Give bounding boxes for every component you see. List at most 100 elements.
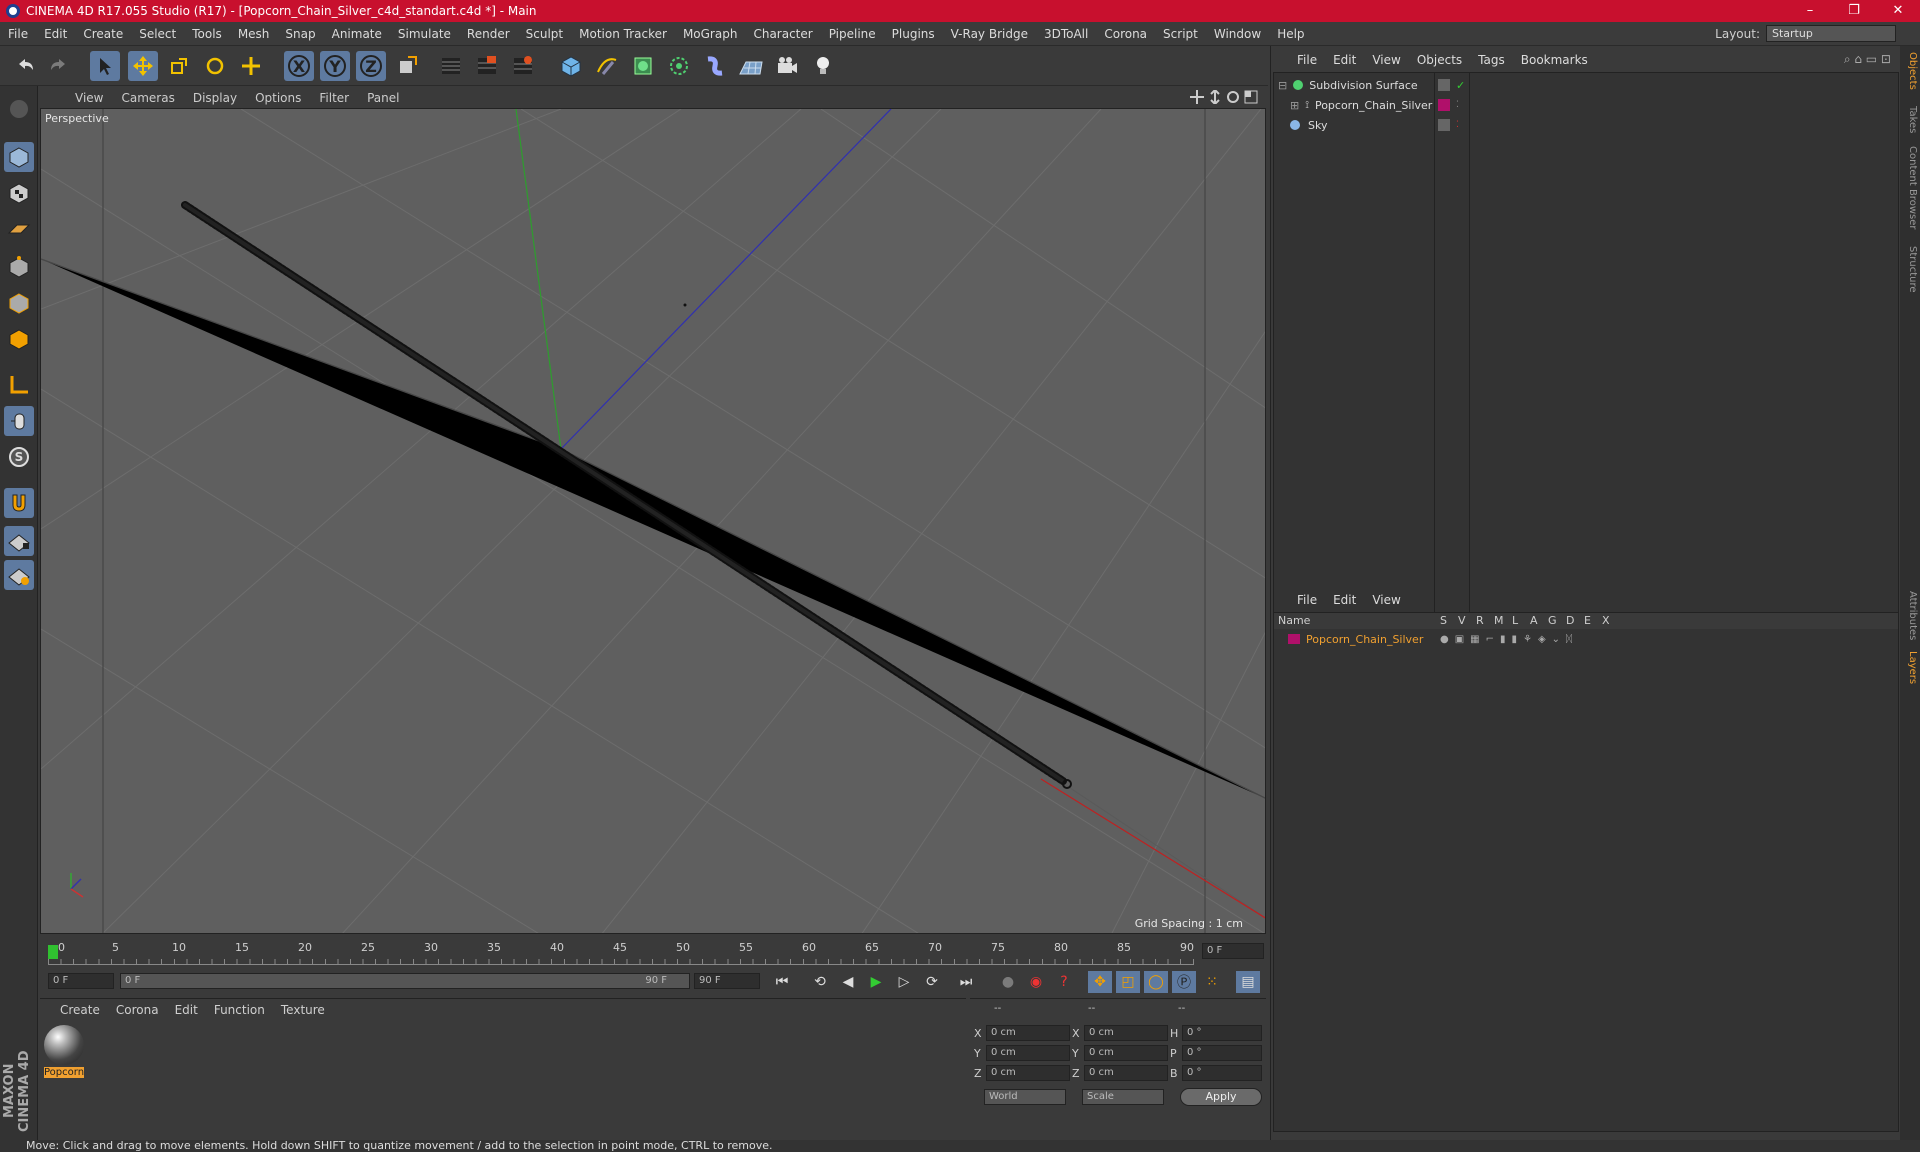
menu-simulate[interactable]: Simulate [390,22,459,46]
viewport-solo-icon[interactable] [4,560,34,590]
floor-scene-icon[interactable] [736,51,766,81]
undo-button[interactable] [10,51,40,81]
objects-menu-edit[interactable]: Edit [1325,53,1364,67]
key-position-icon[interactable]: ✥ [1088,971,1112,993]
material-menu-create[interactable]: Create [60,1003,100,1017]
keyframe-selection-icon[interactable]: ? [1052,971,1076,993]
menu-mesh[interactable]: Mesh [230,22,278,46]
maximize-button[interactable]: ❐ [1832,0,1876,22]
material-menu-texture[interactable]: Texture [281,1003,325,1017]
render-view-icon[interactable] [436,51,466,81]
layers-menu-view[interactable]: View [1364,593,1408,607]
minimize-button[interactable]: – [1788,0,1832,22]
subdivision-surface-icon[interactable] [628,51,658,81]
end-frame-field[interactable]: 90 F [694,973,760,989]
position-z-field[interactable]: 0 cm [986,1065,1070,1081]
select-tool-icon[interactable] [90,51,120,81]
rotation-p-field[interactable]: 0 ° [1182,1045,1262,1061]
transform-tool-icon[interactable] [236,51,266,81]
viewport-menu-panel[interactable]: Panel [358,91,408,105]
expand-icon[interactable]: ⊞ [1290,99,1299,112]
menu-file[interactable]: File [0,22,36,46]
rotation-h-field[interactable]: 0 ° [1182,1025,1262,1041]
side-tab-objects[interactable]: Objects [1902,52,1918,90]
snap-magnet-icon[interactable] [4,488,34,518]
next-key-icon[interactable]: ⟳ [920,971,944,993]
objects-menu-file[interactable]: File [1289,53,1325,67]
menu-animate[interactable]: Animate [324,22,390,46]
menu-character[interactable]: Character [745,22,820,46]
size-y-field[interactable]: 0 cm [1084,1045,1168,1061]
visibility-dots-icon[interactable]: ⁚ [1456,100,1459,110]
model-mode-icon[interactable] [4,142,34,172]
zoom-view-icon[interactable] [1208,90,1222,104]
timeline-window-icon[interactable]: ▤ [1236,971,1260,993]
autokey-icon[interactable]: ◉ [1024,971,1048,993]
play-forward-icon[interactable]: ▶ [864,971,888,993]
menu-snap[interactable]: Snap [277,22,323,46]
layer-color-swatch[interactable] [1288,634,1300,644]
collapse-icon[interactable]: ⊟ [1278,79,1287,92]
start-frame-field[interactable]: 0 F [48,973,114,989]
cloner-icon[interactable] [664,51,694,81]
size-mode-select[interactable]: Scale [1082,1089,1164,1105]
size-z-field[interactable]: 0 cm [1084,1065,1168,1081]
menu-select[interactable]: Select [131,22,184,46]
menu-tools[interactable]: Tools [184,22,230,46]
size-x-field[interactable]: 0 cm [1084,1025,1168,1041]
frame-range-slider[interactable]: 0 F 90 F [120,973,690,989]
previous-key-icon[interactable]: ⟲ [808,971,832,993]
viewport-menu-options[interactable]: Options [246,91,310,105]
position-y-field[interactable]: 0 cm [986,1045,1070,1061]
enabled-check-icon[interactable]: ✓ [1456,79,1465,92]
go-to-start-icon[interactable]: ⏮ [770,971,794,993]
menu-mograph[interactable]: MoGraph [675,22,746,46]
y-axis-lock-button[interactable]: Y [320,51,350,81]
camera-icon[interactable] [772,51,802,81]
record-keys-icon[interactable]: ● [996,971,1020,993]
rotate-tool-icon[interactable] [200,51,230,81]
light-icon[interactable] [808,51,838,81]
menu-script[interactable]: Script [1155,22,1206,46]
menu-sculpt[interactable]: Sculpt [518,22,571,46]
z-axis-lock-button[interactable]: Z [356,51,386,81]
side-tab-content-browser[interactable]: Content Browser [1902,146,1918,229]
viewport-menu-filter[interactable]: Filter [310,91,358,105]
edges-mode-icon[interactable] [4,288,34,318]
menu-window[interactable]: Window [1206,22,1269,46]
menu-help[interactable]: Help [1269,22,1312,46]
objects-search-icon[interactable]: ⌕ ⌂ ▭ ⊡ [1844,52,1891,67]
workplane-mode-icon[interactable] [4,214,34,244]
points-mode-icon[interactable] [4,252,34,282]
coordinate-mode-select[interactable]: World [984,1089,1066,1105]
layers-menu-edit[interactable]: Edit [1325,593,1364,607]
viewport-menu-view[interactable]: View [66,91,112,105]
material-menu-corona[interactable]: Corona [116,1003,159,1017]
apply-button[interactable]: Apply [1180,1088,1262,1106]
object-row-sky[interactable]: Sky ⁚ [1274,115,1898,135]
current-frame-field[interactable]: 0 F [1202,943,1264,959]
go-to-end-icon[interactable]: ⏭ [954,971,978,993]
menu-pipeline[interactable]: Pipeline [821,22,884,46]
key-rotation-icon[interactable]: ◯ [1144,971,1168,993]
deformer-icon[interactable] [700,51,730,81]
x-axis-lock-button[interactable]: X [284,51,314,81]
viewport-menu-display[interactable]: Display [184,91,246,105]
side-tab-takes[interactable]: Takes [1902,106,1918,133]
position-x-field[interactable]: 0 cm [986,1025,1070,1041]
solo-mode-icon[interactable]: S [4,442,34,472]
layer-toggle-icons[interactable]: ●▣▦⌐▮▮⚘◈⌄ᛞ [1440,634,1578,645]
menu-3dtoall[interactable]: 3DToAll [1036,22,1096,46]
layers-menu-file[interactable]: File [1289,593,1325,607]
timeline[interactable]: 0 5 10 15 20 25 30 35 40 45 50 55 60 65 … [40,937,1266,967]
tweak-mode-icon[interactable] [4,406,34,436]
next-frame-icon[interactable]: ▷ [892,971,916,993]
orbit-view-icon[interactable] [1226,90,1240,104]
key-pla-icon[interactable]: ⁙ [1200,971,1224,993]
axis-mode-icon[interactable] [4,370,34,400]
objects-menu-objects[interactable]: Objects [1409,53,1470,67]
menu-create[interactable]: Create [75,22,131,46]
redo-button[interactable] [44,51,74,81]
object-row-subdivision-surface[interactable]: ⊟ Subdivision Surface ✓ [1274,75,1898,95]
close-button[interactable]: ✕ [1876,0,1920,22]
